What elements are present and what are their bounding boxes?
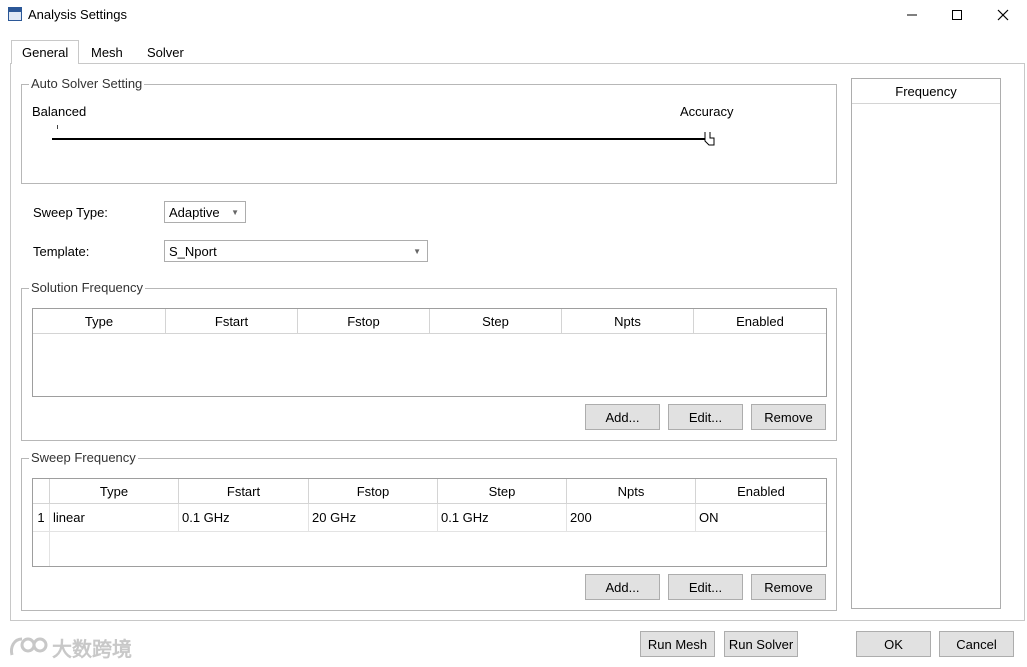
row-index[interactable]: 1 bbox=[33, 504, 50, 532]
table-cell-fstart[interactable]: 0.1 GHz bbox=[179, 504, 309, 532]
minimize-icon bbox=[907, 14, 917, 16]
app-window-icon bbox=[8, 7, 22, 21]
column-header-fstart[interactable]: Fstart bbox=[166, 309, 298, 334]
template-label: Template: bbox=[33, 244, 90, 259]
title-bar bbox=[0, 0, 1027, 30]
column-header-enabled[interactable]: Enabled bbox=[694, 309, 826, 334]
column-header-fstart[interactable]: Fstart bbox=[179, 479, 309, 504]
close-button[interactable] bbox=[980, 0, 1026, 30]
column-header-enabled[interactable]: Enabled bbox=[696, 479, 826, 504]
table-cell-step[interactable]: 0.1 GHz bbox=[438, 504, 567, 532]
row-header-empty bbox=[33, 532, 50, 566]
watermark: 大数跨境 bbox=[8, 632, 132, 662]
table-cell-type[interactable]: linear bbox=[50, 504, 179, 532]
sweep-type-select[interactable]: Adaptive ▼ bbox=[164, 201, 246, 223]
run-solver-button[interactable]: Run Solver bbox=[724, 631, 798, 657]
maximize-icon bbox=[952, 10, 962, 20]
chevron-down-icon: ▼ bbox=[231, 208, 239, 217]
sweep-edit-button[interactable]: Edit... bbox=[668, 574, 743, 600]
watermark-text: 大数跨境 bbox=[52, 638, 132, 661]
template-value: S_Nport bbox=[169, 243, 217, 259]
column-header-npts[interactable]: Npts bbox=[562, 309, 694, 334]
solution-frequency-table[interactable]: Type Fstart Fstop Step Npts Enabled bbox=[32, 308, 827, 397]
sweep-type-value: Adaptive bbox=[169, 204, 220, 220]
tab-general[interactable]: General bbox=[11, 40, 80, 64]
accuracy-slider-thumb[interactable] bbox=[704, 132, 715, 146]
slider-tick-start bbox=[57, 125, 58, 129]
window-title: Analysis Settings bbox=[28, 7, 127, 22]
frequency-list-panel[interactable] bbox=[851, 78, 1001, 609]
table-cell-npts[interactable]: 200 bbox=[567, 504, 696, 532]
row-header-corner[interactable] bbox=[33, 479, 50, 504]
sweep-add-button[interactable]: Add... bbox=[585, 574, 660, 600]
table-cell-fstop[interactable]: 20 GHz bbox=[309, 504, 438, 532]
sweep-remove-button[interactable]: Remove bbox=[751, 574, 826, 600]
tab-solver[interactable]: Solver bbox=[137, 41, 194, 63]
cancel-button[interactable]: Cancel bbox=[939, 631, 1014, 657]
slider-left-label: Balanced bbox=[32, 104, 87, 119]
sweep-type-label: Sweep Type: bbox=[33, 205, 108, 220]
template-select[interactable]: S_Nport ▼ bbox=[164, 240, 428, 262]
sweep-frequency-title: Sweep Frequency bbox=[29, 450, 138, 465]
column-header-type[interactable]: Type bbox=[33, 309, 166, 334]
table-cell-enabled[interactable]: ON bbox=[696, 504, 826, 532]
column-header-fstop[interactable]: Fstop bbox=[309, 479, 438, 504]
maximize-button[interactable] bbox=[934, 0, 980, 30]
accuracy-slider-track[interactable] bbox=[52, 138, 708, 140]
column-header-step[interactable]: Step bbox=[430, 309, 562, 334]
auto-solver-group-title: Auto Solver Setting bbox=[29, 76, 145, 91]
solution-edit-button[interactable]: Edit... bbox=[668, 404, 743, 430]
close-icon bbox=[997, 9, 1009, 21]
chevron-down-icon: ▼ bbox=[413, 247, 421, 256]
frequency-list-header[interactable]: Frequency bbox=[852, 79, 1000, 104]
solution-add-button[interactable]: Add... bbox=[585, 404, 660, 430]
minimize-button[interactable] bbox=[889, 0, 935, 30]
slider-right-label: Accuracy bbox=[680, 104, 734, 119]
column-header-step[interactable]: Step bbox=[438, 479, 567, 504]
solution-remove-button[interactable]: Remove bbox=[751, 404, 826, 430]
column-header-npts[interactable]: Npts bbox=[567, 479, 696, 504]
sweep-frequency-table[interactable]: Type Fstart Fstop Step Npts Enabled 1 li… bbox=[32, 478, 827, 567]
watermark-logo-icon bbox=[10, 637, 48, 656]
column-header-type[interactable]: Type bbox=[50, 479, 179, 504]
column-header-fstop[interactable]: Fstop bbox=[298, 309, 430, 334]
ok-button[interactable]: OK bbox=[856, 631, 931, 657]
solution-frequency-title: Solution Frequency bbox=[29, 280, 146, 295]
run-mesh-button[interactable]: Run Mesh bbox=[640, 631, 715, 657]
tab-mesh[interactable]: Mesh bbox=[81, 41, 133, 63]
